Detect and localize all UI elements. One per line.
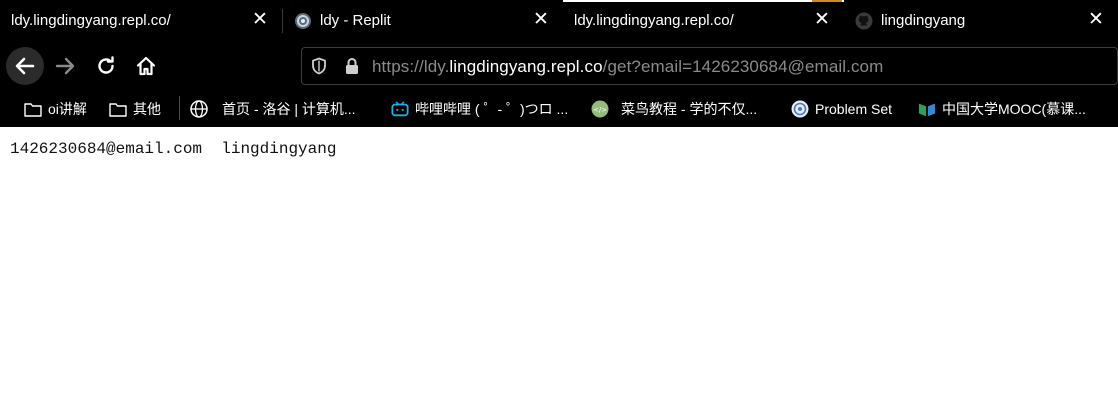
home-button[interactable] — [127, 47, 165, 85]
github-icon — [855, 12, 873, 30]
navigation-bar: https://ldy.lingdingyang.repl.co/get?ema… — [0, 41, 1118, 91]
svg-text:</>: </> — [593, 106, 607, 114]
address-bar[interactable]: https://ldy.lingdingyang.repl.co/get?ema… — [301, 47, 1118, 85]
bookmark-bilibili[interactable]: 哔哩哔哩 ( ゜- ゜)つロ ... — [391, 99, 568, 119]
arrow-right-icon — [55, 57, 75, 75]
problemset-icon — [791, 100, 809, 118]
folder-icon — [109, 100, 127, 118]
mooc-icon — [918, 100, 936, 118]
bookmark-label: 菜鸟教程 - 学的不仅... — [621, 101, 758, 117]
tab-title: ldy.lingdingyang.repl.co/ — [11, 12, 171, 29]
bookmark-folder-oi[interactable]: oi讲解 — [24, 99, 87, 119]
tab-ldy-site-1[interactable]: ldy.lingdingyang.repl.co/ ✕ — [0, 0, 282, 41]
tab-title: ldy - Replit — [320, 12, 391, 29]
tab-replit[interactable]: ldy - Replit ✕ — [283, 0, 563, 41]
lock-icon[interactable] — [344, 57, 360, 75]
close-icon[interactable]: ✕ — [531, 10, 551, 30]
bookmark-luogu[interactable]: 首页 - 洛谷 | 计算机... — [190, 99, 356, 119]
tab-title: lingdingyang — [881, 12, 966, 29]
tab-title: ldy.lingdingyang.repl.co/ — [574, 12, 734, 29]
bookmark-label: 哔哩哔哩 ( ゜- ゜)つロ ... — [415, 101, 569, 117]
tab-loading-accent — [812, 0, 842, 2]
bookmark-label: 其他 — [133, 101, 161, 117]
bookmark-mooc[interactable]: 中国大学MOOC(慕课... — [918, 99, 1086, 119]
reload-button[interactable] — [87, 47, 125, 85]
reload-icon — [98, 56, 114, 74]
browser-chrome: ldy.lingdingyang.repl.co/ ✕ ldy - Replit… — [0, 0, 1118, 127]
close-icon[interactable]: ✕ — [250, 10, 270, 30]
url-scheme: https://ldy. — [372, 57, 450, 76]
runoob-icon: </> — [591, 100, 609, 118]
url-path: /get?email=1426230684@email.com — [602, 57, 884, 76]
folder-icon — [24, 100, 42, 118]
tab-github[interactable]: lingdingyang ✕ — [844, 0, 1118, 41]
globe-icon — [190, 100, 208, 118]
response-text: 1426230684@email.com lingdingyang — [10, 140, 337, 158]
bookmark-label: 首页 - 洛谷 | 计算机... — [222, 101, 356, 117]
bookmark-label: oi讲解 — [48, 101, 87, 117]
tab-ldy-site-active[interactable]: ldy.lingdingyang.repl.co/ ✕ — [563, 0, 844, 41]
url-host: lingdingyang.repl.co — [449, 57, 603, 76]
bookmark-problem-set[interactable]: Problem Set — [791, 99, 892, 119]
bookmarks-bar: oi讲解 其他 首页 - 洛谷 | 计算机... 哔哩哔哩 ( ゜- ゜)つロ … — [0, 91, 1118, 127]
bilibili-icon — [391, 100, 409, 118]
url-text[interactable]: https://ldy.lingdingyang.repl.co/get?ema… — [372, 57, 883, 77]
close-icon[interactable]: ✕ — [812, 10, 832, 30]
forward-button[interactable] — [46, 47, 84, 85]
home-icon — [136, 56, 156, 76]
bookmark-label: 中国大学MOOC(慕课... — [942, 101, 1086, 117]
tab-bar: ldy.lingdingyang.repl.co/ ✕ ldy - Replit… — [0, 0, 1118, 41]
bookmark-label: Problem Set — [815, 101, 893, 117]
bookmark-runoob[interactable]: </> 菜鸟教程 - 学的不仅... — [591, 99, 757, 119]
page-content: 1426230684@email.com lingdingyang — [0, 127, 1118, 402]
shield-icon[interactable] — [310, 57, 328, 75]
arrow-left-icon — [15, 57, 35, 75]
back-button[interactable] — [6, 47, 44, 85]
close-icon[interactable]: ✕ — [1086, 10, 1106, 30]
replit-icon — [294, 12, 312, 30]
bookmark-divider — [179, 96, 180, 120]
bookmark-folder-other[interactable]: 其他 — [109, 99, 161, 119]
